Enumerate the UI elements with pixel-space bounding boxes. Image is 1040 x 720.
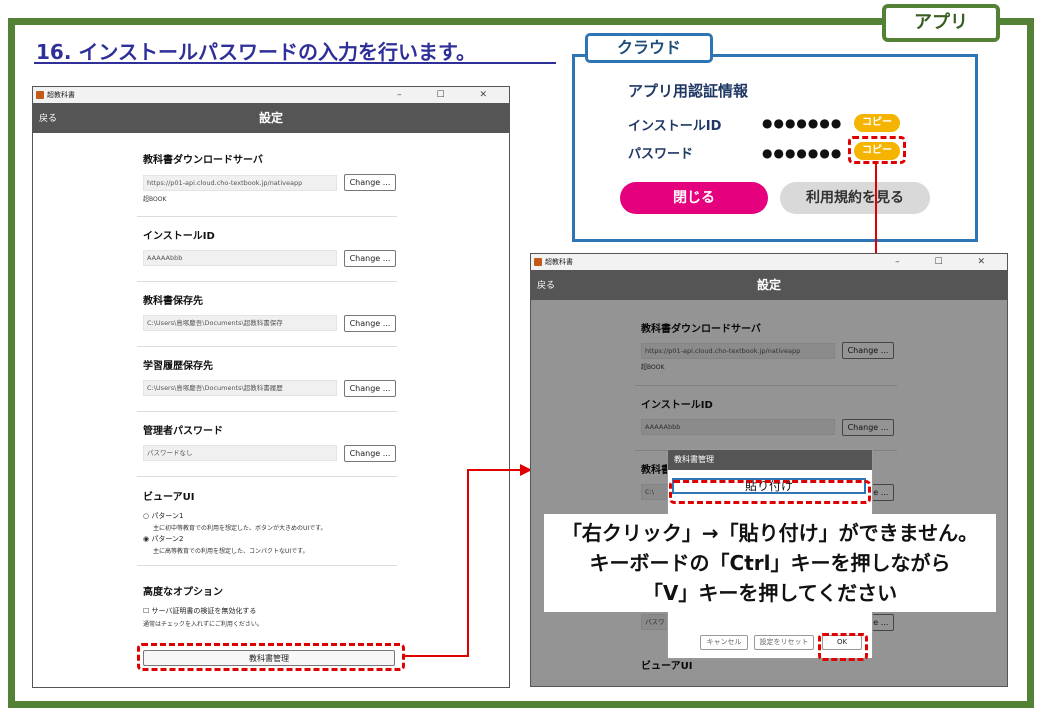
settings-window-right: 超教科書 – ☐ ✕ 戻る 設定 教科書ダウンロードサーバ https://p0… (530, 253, 1008, 687)
cert-desc: 通常はチェックを入れずにご利用ください。 (143, 621, 263, 628)
pattern1-radio[interactable]: ○ パターン1 (143, 511, 183, 521)
divider (137, 565, 397, 566)
save-dir-field[interactable]: C:\Users\島塚慶吾\Documents\超教科書保存 (143, 315, 337, 331)
install-id-field[interactable]: AAAAAbbb (143, 250, 337, 266)
admin-pw-change-button[interactable]: Change ... (344, 445, 396, 462)
pattern2-radio[interactable]: ◉ パターン2 (143, 534, 183, 544)
history-dir-field[interactable]: C:\Users\島塚慶吾\Documents\超教科書履歴 (143, 380, 337, 396)
title-bar: 超教科書 – ☐ ✕ (33, 87, 509, 103)
connector-line (467, 469, 469, 657)
terms-button[interactable]: 利用規約を見る (780, 182, 930, 214)
install-id-title: インストールID (143, 231, 215, 242)
pattern1-desc: 主に初中等教育での利用を想定した、ボタンが大きめのUIです。 (153, 525, 327, 532)
manage-button-highlight (137, 643, 405, 671)
window-controls[interactable]: – ☐ ✕ (397, 87, 503, 103)
cloud-install-id-label: インストールID (628, 119, 722, 134)
message-line-2: キーボードの「Ctrl」キーを押しながら (589, 551, 951, 575)
pattern2-desc: 主に高等教育での利用を想定した、コンパクトなUIです。 (153, 548, 309, 555)
app-name: 超教科書 (47, 91, 75, 99)
cloud-tab-label: クラウド (585, 33, 713, 63)
settings-title: 設定 (258, 111, 283, 125)
app-tab-label: アプリ (882, 4, 1000, 42)
divider (137, 411, 397, 412)
dialog-title: 教科書管理 (668, 450, 872, 470)
ok-highlight (818, 633, 868, 661)
app-logo-icon (36, 91, 44, 99)
divider (137, 216, 397, 217)
cloud-title: アプリ用認証情報 (628, 82, 749, 100)
connector-line (467, 469, 527, 471)
copy-password-highlight (848, 136, 906, 164)
title-bar: 超教科書 – ☐ ✕ (531, 254, 1007, 270)
heading-underline (34, 62, 556, 64)
download-server-title: 教科書ダウンロードサーバ (143, 155, 263, 166)
close-button[interactable]: 閉じる (620, 182, 768, 214)
cloud-install-id-value: ●●●●●●● (762, 116, 843, 130)
settings-header: 戻る 設定 (531, 270, 1007, 300)
connector-line (405, 655, 469, 657)
window-controls[interactable]: – ☐ ✕ (895, 254, 1001, 270)
settings-header: 戻る 設定 (33, 103, 509, 133)
message-line-3: 「V」キーを押してください (642, 581, 898, 605)
save-dir-change-button[interactable]: Change ... (344, 315, 396, 332)
cancel-button[interactable]: キャンセル (700, 635, 748, 650)
app-name: 超教科書 (545, 258, 573, 266)
message-line-1: 「右クリック」→「貼り付け」ができません。 (561, 521, 979, 545)
instruction-message: 「右クリック」→「貼り付け」ができません。 キーボードの「Ctrl」キーを押しな… (544, 514, 996, 612)
book-logo: 超BOOK (143, 196, 167, 203)
divider (137, 281, 397, 282)
app-logo-icon (534, 258, 542, 266)
history-dir-change-button[interactable]: Change ... (344, 380, 396, 397)
admin-pw-field[interactable]: パスワードなし (143, 445, 337, 461)
divider (137, 346, 397, 347)
download-server-change-button[interactable]: Change ... (344, 174, 396, 191)
step-heading: 16. インストールパスワードの入力を行います。 (36, 40, 476, 64)
divider (137, 476, 397, 477)
download-server-field[interactable]: https://p01-api.cloud.cho-textbook.jp/na… (143, 175, 337, 191)
cloud-password-value: ●●●●●●● (762, 146, 843, 160)
history-dir-title: 学習履歴保存先 (143, 361, 213, 372)
cloud-password-label: パスワード (628, 147, 694, 162)
settings-window-left: 超教科書 – ☐ ✕ 戻る 設定 教科書ダウンロードサーバ https://p0… (32, 86, 510, 688)
reset-settings-button[interactable]: 設定をリセット (754, 635, 814, 650)
settings-title: 設定 (756, 278, 781, 292)
admin-pw-title: 管理者パスワード (143, 426, 223, 437)
advanced-title: 高度なオプション (143, 587, 223, 598)
install-id-change-button[interactable]: Change ... (344, 250, 396, 267)
paste-highlight (669, 480, 871, 504)
viewer-ui-title: ビューアUI (143, 492, 195, 503)
copy-install-id-button[interactable]: コピー (854, 114, 900, 132)
save-dir-title: 教科書保存先 (143, 296, 203, 307)
cert-checkbox[interactable]: ☐ サーバ証明書の検証を無効化する (143, 606, 256, 616)
